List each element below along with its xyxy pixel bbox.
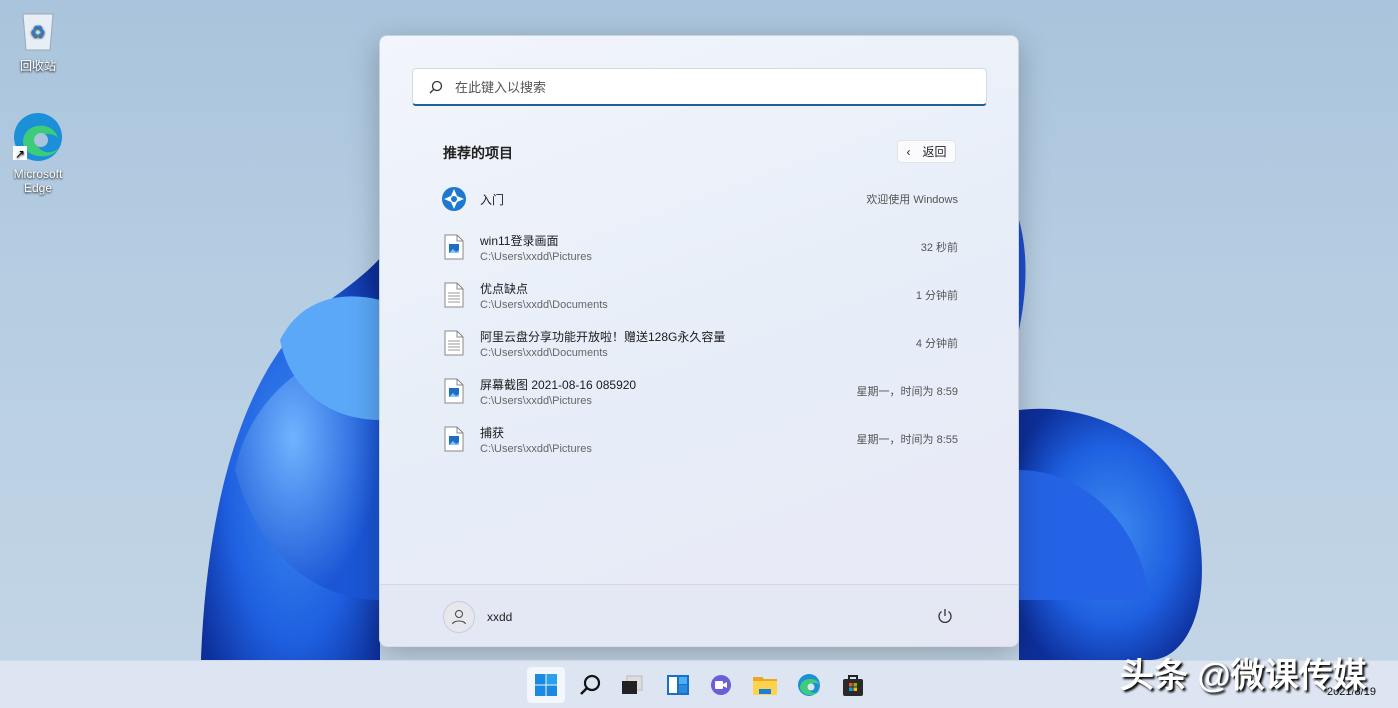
taskbar-store-button[interactable] [834,667,872,703]
image-file-icon [432,378,476,404]
item-path: C:\Users\xxdd\Documents [480,346,608,359]
taskbar-file-explorer-button[interactable] [746,667,784,703]
item-name: 阿里云盘分享功能开放啦！赠送128G永久容量 [480,329,726,344]
folder-icon [753,677,777,695]
taskbar-start-button[interactable] [527,667,565,703]
taskbar-search-button[interactable] [571,667,609,703]
item-name: win11登录画面 [480,233,559,248]
svg-text:♻: ♻ [30,22,46,42]
recycle-bin-icon: ♻ [3,10,73,55]
image-file-icon [432,234,476,260]
recommended-item[interactable]: 阿里云盘分享功能开放啦！赠送128G永久容量 C:\Users\xxdd\Docu… [432,321,968,365]
item-time: 星期一，时间为 8:59 [856,386,958,398]
recommended-item[interactable]: 优点缺点 C:\Users\xxdd\Documents 1 分钟前 [432,273,968,317]
avatar [443,601,475,633]
desktop-icon-label: 回收站 [19,59,56,73]
item-time: 欢迎使用 Windows [866,194,958,206]
task-view-icon [622,675,643,694]
watermark: 头条 @微课传媒 [1120,657,1367,695]
item-path: C:\Users\xxdd\Pictures [480,250,592,263]
recommended-item[interactable]: win11登录画面 C:\Users\xxdd\Pictures 32 秒前 [432,225,968,269]
back-label: 返回 [922,145,947,159]
chevron-left-icon: ‹ [906,144,911,159]
taskbar-task-view-button[interactable] [613,667,651,703]
user-account-button[interactable]: xxdd [443,601,512,633]
recommended-title: 推荐的项目 [443,145,513,161]
text-file-icon [432,330,476,356]
item-time: 4 分钟前 [915,338,958,350]
item-name: 入门 [480,192,505,207]
store-icon [843,675,863,696]
user-name: xxdd [487,610,513,624]
recommended-item[interactable]: 屏幕截图 2021-08-16 085920 C:\Users\xxdd\Pict… [432,369,968,413]
windows-logo-icon [535,674,557,696]
back-button[interactable]: ‹ 返回 [897,140,956,163]
item-name: 捕获 [480,425,505,440]
search-icon [580,674,601,695]
desktop-icon-edge[interactable]: ↗ Microsoft Edge [3,112,73,195]
item-path: C:\Users\xxdd\Pictures [480,394,592,407]
edge-icon [798,674,820,696]
taskbar-chat-button[interactable] [702,667,740,703]
item-name: 优点缺点 [480,281,529,296]
search-placeholder: 在此键入以搜索 [455,80,547,95]
taskbar-edge-button[interactable] [790,667,828,703]
item-time: 1 分钟前 [915,290,958,302]
power-button[interactable] [936,607,954,630]
user-icon [452,610,466,625]
recommended-item[interactable]: 入门 欢迎使用 Windows [432,177,968,221]
item-path: C:\Users\xxdd\Documents [480,298,608,311]
search-icon [429,80,443,93]
start-footer: xxdd [380,584,1018,647]
item-path: C:\Users\xxdd\Pictures [480,442,592,455]
svg-text:↗: ↗ [15,147,25,161]
power-icon [938,609,952,623]
item-time: 32 秒前 [920,242,958,254]
text-file-icon [432,282,476,308]
recommended-item[interactable]: 捕获 C:\Users\xxdd\Pictures 星期一，时间为 8:55 [432,417,968,461]
widgets-icon [667,675,689,695]
get-started-icon [432,186,476,212]
start-menu: 在此键入以搜索 推荐的项目 ‹ 返回 入门 欢迎使用 Windows win11登录画… [379,35,1019,647]
desktop-icon-recycle-bin[interactable]: ♻ 回收站 [3,10,73,74]
edge-icon: ↗ [3,112,73,165]
taskbar-widgets-button[interactable] [659,667,697,703]
item-time: 星期一，时间为 8:55 [856,434,958,446]
image-file-icon [432,426,476,452]
search-input[interactable]: 在此键入以搜索 [412,68,987,106]
teams-chat-icon [711,675,731,695]
desktop-icon-label: Microsoft Edge [13,167,63,195]
item-name: 屏幕截图 2021-08-16 085920 [480,377,637,392]
